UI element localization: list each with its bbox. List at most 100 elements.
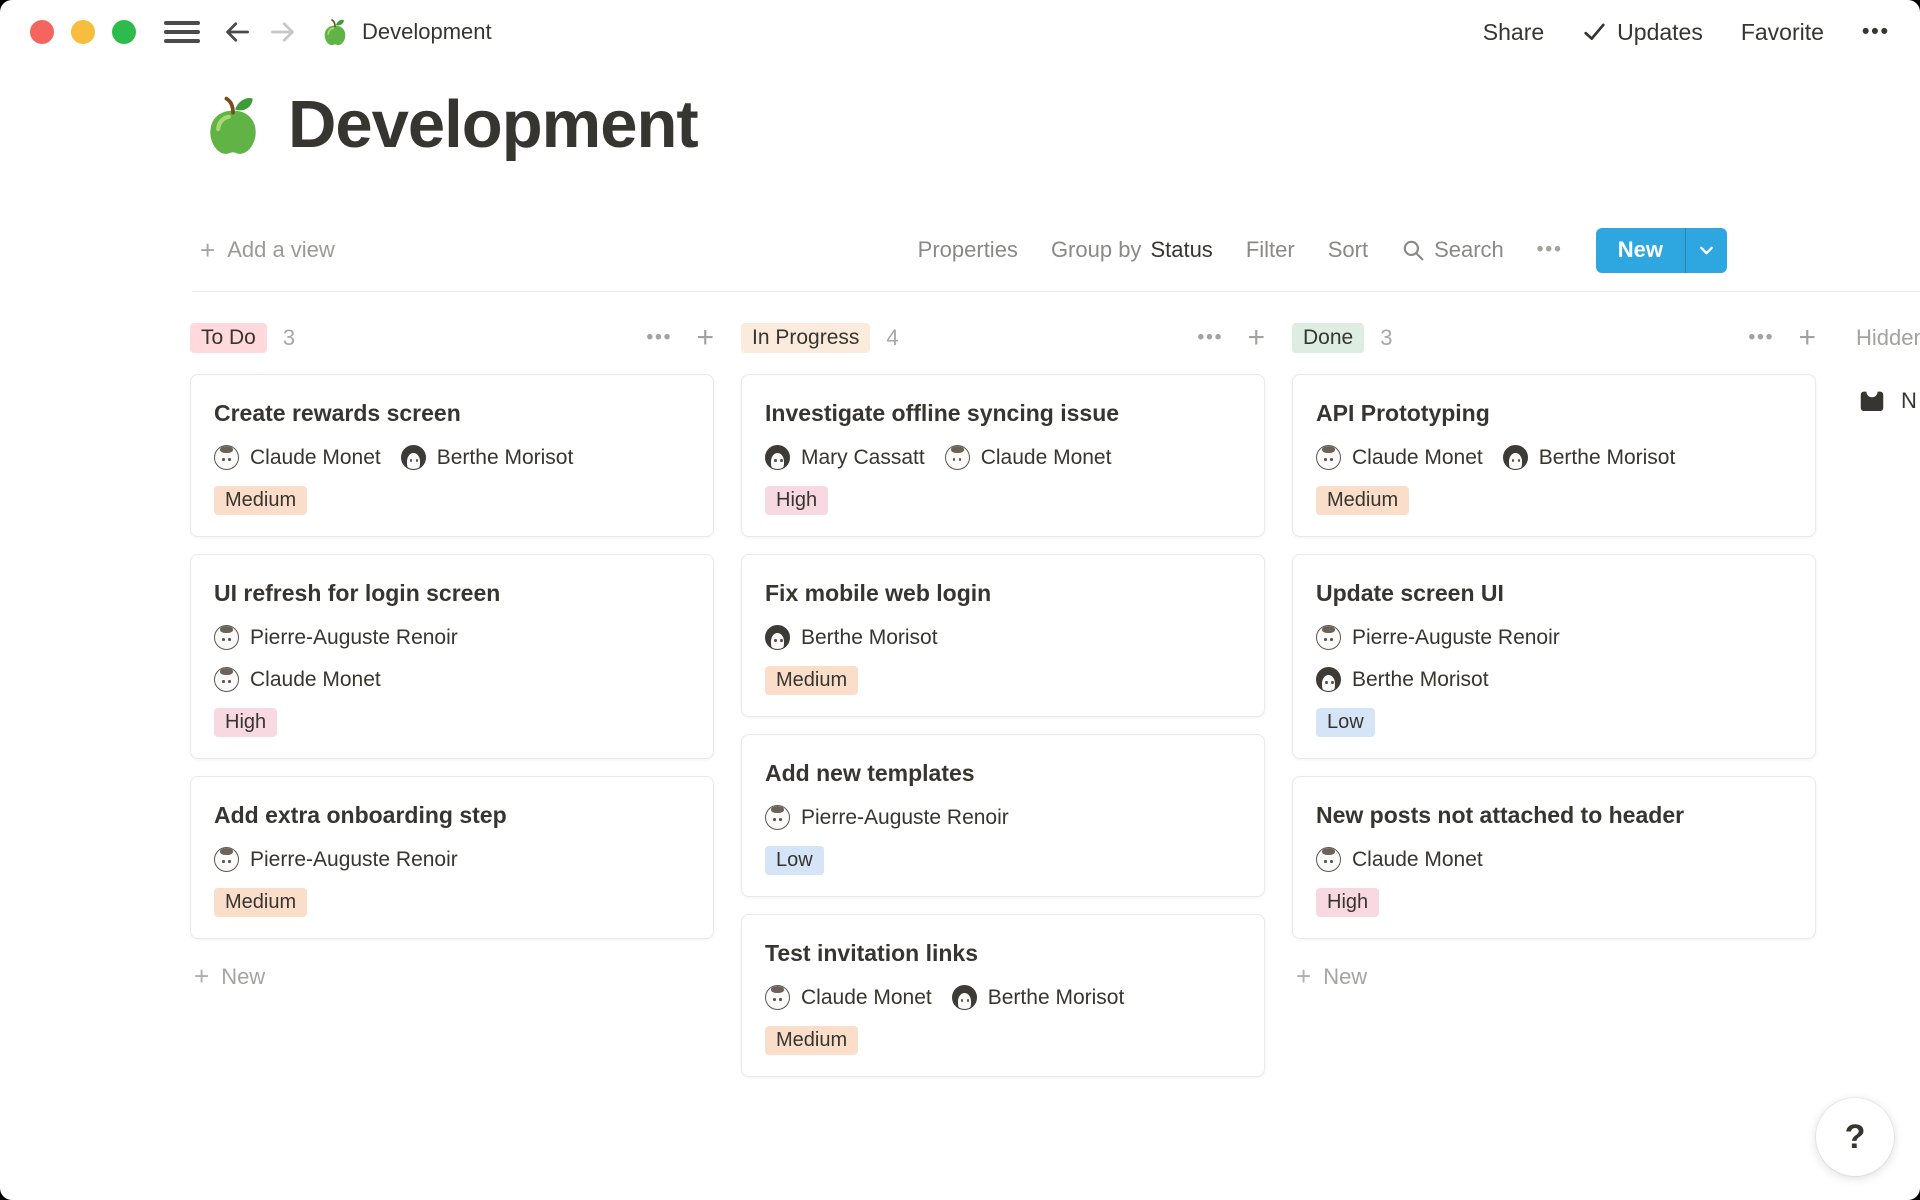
assignee-name: Berthe Morisot: [801, 626, 938, 650]
avatar-icon: [1316, 445, 1341, 470]
avatar-icon: [401, 445, 426, 470]
assignee: Pierre-Auguste Renoir: [1316, 625, 1560, 650]
avatar-icon: [765, 985, 790, 1010]
search-button[interactable]: Search: [1401, 237, 1504, 263]
column-status-badge[interactable]: In Progress: [741, 323, 870, 353]
assignee-name: Pierre-Auguste Renoir: [250, 626, 458, 650]
assignee: Claude Monet: [765, 985, 932, 1010]
priority-badge: Medium: [1316, 486, 1409, 515]
new-dropdown-button[interactable]: [1685, 228, 1727, 273]
add-card-label: New: [221, 964, 265, 990]
column-add-icon[interactable]: +: [696, 323, 714, 353]
plus-icon: +: [1296, 961, 1311, 992]
plus-icon: +: [200, 235, 215, 266]
board-column-todo: To Do 3 ••• + Create rewards screen Clau…: [190, 316, 714, 992]
group-by-button[interactable]: Group by Status: [1051, 237, 1213, 263]
group-by-label: Group by: [1051, 237, 1142, 263]
priority-badge: Low: [1316, 708, 1375, 737]
kanban-card[interactable]: Create rewards screen Claude Monet Berth…: [190, 374, 714, 537]
page-green-apple-icon: [200, 92, 266, 158]
avatar-icon: [765, 805, 790, 830]
sort-button[interactable]: Sort: [1328, 237, 1368, 263]
back-arrow-icon[interactable]: [222, 19, 252, 45]
check-icon: [1582, 21, 1607, 43]
kanban-card[interactable]: New posts not attached to header Claude …: [1292, 776, 1816, 939]
chevron-down-icon: [1697, 241, 1716, 260]
zoom-window-button[interactable]: [112, 20, 136, 44]
assignee: Claude Monet: [1316, 847, 1483, 872]
assignee-name: Pierre-Auguste Renoir: [1352, 626, 1560, 650]
minimize-window-button[interactable]: [71, 20, 95, 44]
avatar-icon: [214, 667, 239, 692]
assignee: Pierre-Auguste Renoir: [214, 847, 458, 872]
new-button[interactable]: New: [1596, 228, 1685, 273]
avatar-icon: [945, 445, 970, 470]
assignee-name: Claude Monet: [801, 986, 932, 1010]
kanban-card[interactable]: Investigate offline syncing issue Mary C…: [741, 374, 1265, 537]
avatar-icon: [765, 445, 790, 470]
assignee-name: Claude Monet: [1352, 446, 1483, 470]
add-view-label: Add a view: [227, 237, 335, 263]
card-title: UI refresh for login screen: [214, 578, 690, 608]
assignee-name: Claude Monet: [1352, 848, 1483, 872]
kanban-card[interactable]: API Prototyping Claude Monet Berthe Mori…: [1292, 374, 1816, 537]
kanban-card[interactable]: Update screen UI Pierre-Auguste Renoir B…: [1292, 554, 1816, 759]
window-titlebar: Development Share Updates Favorite •••: [0, 0, 1920, 64]
updates-button[interactable]: Updates: [1582, 19, 1703, 46]
filter-button[interactable]: Filter: [1246, 237, 1295, 263]
avatar-icon: [1316, 667, 1341, 692]
assignee-name: Claude Monet: [250, 446, 381, 470]
kanban-card[interactable]: UI refresh for login screen Pierre-Augus…: [190, 554, 714, 759]
card-title: API Prototyping: [1316, 398, 1792, 428]
assignee-name: Berthe Morisot: [988, 986, 1125, 1010]
priority-badge: Low: [765, 846, 824, 875]
column-menu-icon[interactable]: •••: [647, 327, 673, 349]
properties-button[interactable]: Properties: [918, 237, 1018, 263]
kanban-card[interactable]: Add extra onboarding step Pierre-Auguste…: [190, 776, 714, 939]
column-status-badge[interactable]: Done: [1292, 323, 1364, 353]
new-button-group: New: [1596, 228, 1727, 273]
priority-badge: High: [765, 486, 828, 515]
card-title: Investigate offline syncing issue: [765, 398, 1241, 428]
favorite-button[interactable]: Favorite: [1741, 19, 1824, 46]
sidebar-menu-icon[interactable]: [164, 21, 200, 43]
card-title: Fix mobile web login: [765, 578, 1241, 608]
assignee-name: Berthe Morisot: [1352, 668, 1489, 692]
forward-arrow-icon[interactable]: [268, 19, 298, 45]
share-button[interactable]: Share: [1483, 19, 1544, 46]
traffic-lights: [30, 20, 136, 44]
search-icon: [1401, 238, 1425, 262]
assignee-name: Claude Monet: [250, 668, 381, 692]
column-menu-icon[interactable]: •••: [1749, 327, 1775, 349]
column-menu-icon[interactable]: •••: [1198, 327, 1224, 349]
column-status-badge[interactable]: To Do: [190, 323, 267, 353]
assignee: Claude Monet: [214, 445, 381, 470]
view-more-icon[interactable]: •••: [1537, 239, 1563, 261]
plus-icon: +: [194, 961, 209, 992]
column-add-icon[interactable]: +: [1798, 323, 1816, 353]
add-card-button[interactable]: + New: [1292, 961, 1816, 992]
page-title: Development: [288, 86, 698, 163]
window-more-icon[interactable]: •••: [1862, 20, 1890, 44]
add-view-button[interactable]: + Add a view: [200, 235, 335, 266]
kanban-card[interactable]: Fix mobile web login Berthe Morisot Medi…: [741, 554, 1265, 717]
close-window-button[interactable]: [30, 20, 54, 44]
updates-label: Updates: [1617, 19, 1703, 46]
card-title: Update screen UI: [1316, 578, 1792, 608]
hidden-column-item[interactable]: N: [1856, 386, 1920, 416]
card-title: New posts not attached to header: [1316, 800, 1792, 830]
avatar-icon: [1316, 625, 1341, 650]
column-add-icon[interactable]: +: [1247, 323, 1265, 353]
assignee: Berthe Morisot: [1316, 667, 1489, 692]
help-button[interactable]: ?: [1816, 1098, 1894, 1176]
card-title: Test invitation links: [765, 938, 1241, 968]
kanban-card[interactable]: Add new templates Pierre-Auguste Renoir …: [741, 734, 1265, 897]
avatar-icon: [214, 445, 239, 470]
kanban-card[interactable]: Test invitation links Claude Monet Berth…: [741, 914, 1265, 1077]
add-card-button[interactable]: + New: [190, 961, 714, 992]
assignee: Pierre-Auguste Renoir: [765, 805, 1009, 830]
column-count: 4: [886, 325, 898, 351]
hidden-columns-label[interactable]: Hidden: [1856, 316, 1920, 360]
breadcrumb[interactable]: Development: [320, 17, 492, 47]
avatar-icon: [214, 625, 239, 650]
